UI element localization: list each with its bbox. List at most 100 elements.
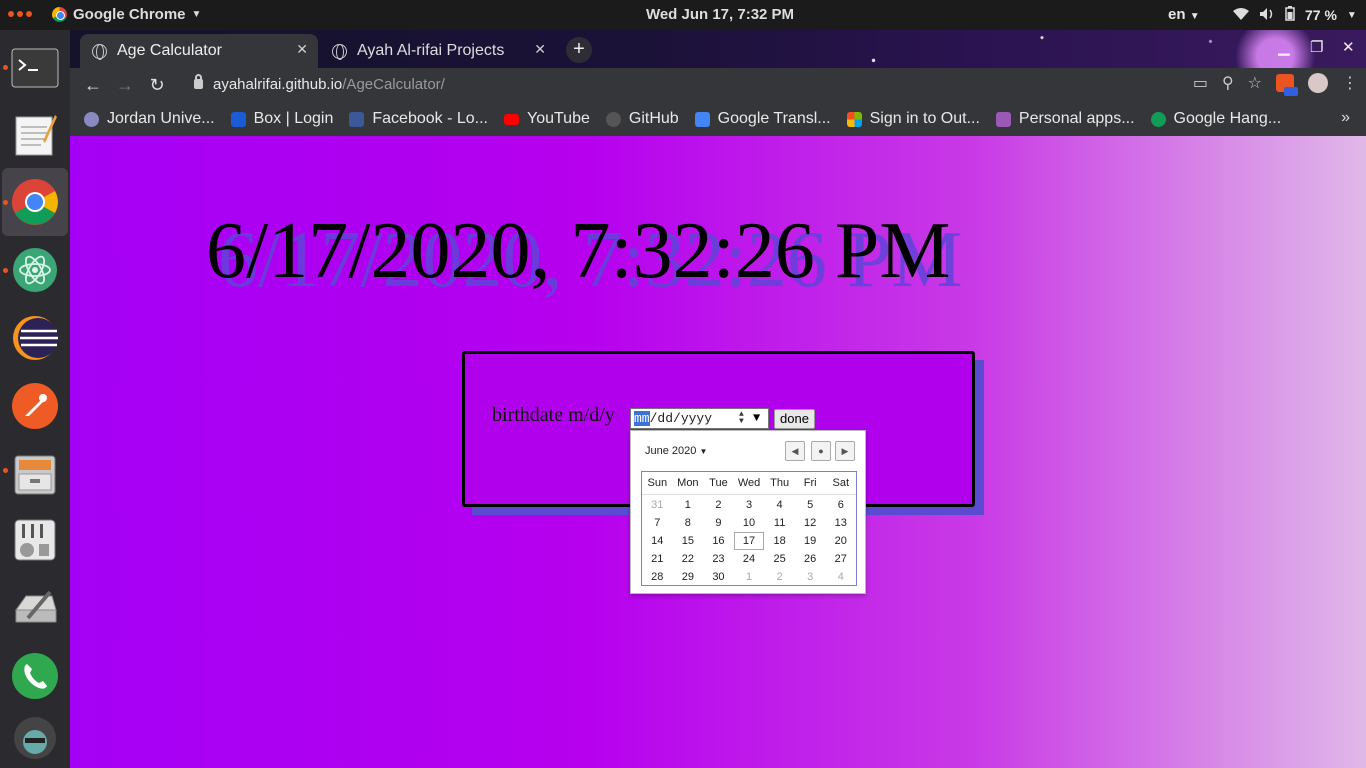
calendar-day[interactable]: 9	[703, 514, 734, 532]
weekday-header: Sun Mon Tue Wed Thu Fri Sat	[642, 472, 856, 495]
chevron-down-icon: ▼	[1346, 9, 1357, 21]
chrome-icon[interactable]	[9, 176, 61, 228]
bookmark-item[interactable]: GitHub	[605, 110, 679, 128]
calendar-day[interactable]: 19	[795, 532, 826, 550]
url-text: ayahalrifai.github.io/AgeCalculator/	[213, 76, 445, 93]
month-segment[interactable]: mm	[634, 411, 650, 426]
extension-icon[interactable]	[1276, 74, 1298, 96]
calendar-day[interactable]: 4	[825, 568, 856, 586]
profile-avatar[interactable]	[1308, 73, 1328, 93]
calendar-day[interactable]: 26	[795, 550, 826, 568]
eclipse-icon[interactable]	[9, 312, 61, 364]
calendar-day[interactable]: 20	[825, 532, 856, 550]
tab-age-calculator[interactable]: Age Calculator ✕	[80, 34, 318, 68]
atom-icon[interactable]	[9, 244, 61, 296]
calendar-day[interactable]: 12	[795, 514, 826, 532]
tab-title: Ayah Al-rifai Projects	[357, 42, 505, 59]
calendar-day[interactable]: 3	[795, 568, 826, 586]
close-icon[interactable]: ✕	[296, 41, 308, 58]
bookmark-item[interactable]: Jordan Unive...	[84, 110, 215, 128]
next-month-button[interactable]: ▶	[835, 441, 855, 461]
forward-arrow-icon[interactable]: →	[114, 74, 136, 96]
calendar-day[interactable]: 28	[642, 568, 673, 586]
postman-icon[interactable]	[9, 380, 61, 432]
calendar-week: 21 22 23 24 25 26 27	[642, 550, 856, 568]
calendar-day[interactable]: 11	[764, 514, 795, 532]
calendar-day[interactable]: 7	[642, 514, 673, 532]
calendar-day[interactable]: 5	[795, 496, 826, 514]
back-arrow-icon[interactable]: ←	[82, 74, 104, 96]
calendar-day[interactable]: 1	[734, 568, 765, 586]
calendar-day[interactable]: 4	[764, 496, 795, 514]
bookmark-star-icon[interactable]: ☆	[1248, 73, 1262, 93]
window-close-icon[interactable]: ✕	[1342, 38, 1355, 56]
bookmark-item[interactable]: YouTube	[504, 110, 590, 128]
calendar-day[interactable]: 27	[825, 550, 856, 568]
system-status-area[interactable]: 77 % ▼	[1233, 6, 1357, 24]
phone-icon[interactable]	[9, 650, 61, 702]
address-bar[interactable]: ayahalrifai.github.io/AgeCalculator/	[180, 70, 1180, 100]
chevron-down-icon: ▼	[699, 447, 708, 456]
calendar-day[interactable]: 1	[673, 496, 704, 514]
close-icon[interactable]: ✕	[534, 41, 546, 58]
battery-percentage: 77 %	[1305, 7, 1337, 23]
calendar-day[interactable]: 8	[673, 514, 704, 532]
bookmark-item[interactable]: Google Transl...	[694, 110, 831, 128]
calendar-day[interactable]: 13	[825, 514, 856, 532]
bookmark-item[interactable]: Box | Login	[230, 110, 333, 128]
calendar-week: 7 8 9 10 11 12 13	[642, 514, 856, 532]
calendar-dropdown-icon[interactable]: ▼	[753, 409, 760, 428]
new-tab-button[interactable]: +	[566, 37, 592, 63]
month-selector[interactable]: June 2020 ▼	[645, 445, 707, 457]
user-avatar-icon[interactable]	[9, 712, 61, 764]
menu-icon[interactable]: ⋮	[1342, 73, 1358, 93]
toolbar-actions: ▭ ⚲ ☆ ⋮	[1193, 73, 1358, 96]
system-clock[interactable]: Wed Jun 17, 7:32 PM	[0, 6, 1366, 23]
wifi-icon	[1233, 7, 1249, 24]
maximize-icon[interactable]: ❐	[1310, 38, 1323, 56]
language-indicator[interactable]: en ▼	[1168, 6, 1200, 23]
calendar-day[interactable]: 14	[642, 532, 673, 550]
disks-tool-icon[interactable]	[9, 582, 61, 634]
calendar-day[interactable]: 2	[764, 568, 795, 586]
calendar-day[interactable]: 18	[764, 532, 795, 550]
archive-manager-icon[interactable]	[9, 448, 61, 500]
calendar-day[interactable]: 3	[734, 496, 765, 514]
calendar-day[interactable]: 22	[673, 550, 704, 568]
date-segments[interactable]: /dd/yyyy	[650, 411, 712, 426]
minimize-icon[interactable]: ▁	[1278, 38, 1290, 56]
battery-icon	[1285, 6, 1295, 24]
birthdate-input[interactable]: mm/dd/yyyy ▲ ▼ ▼	[630, 408, 769, 429]
previous-month-button[interactable]: ◀	[785, 441, 805, 461]
spinner-icon[interactable]: ▲ ▼	[739, 411, 744, 426]
zoom-icon[interactable]: ⚲	[1222, 73, 1234, 93]
calendar-day[interactable]: 6	[825, 496, 856, 514]
done-button[interactable]: done	[774, 409, 815, 429]
reload-icon[interactable]: ↻	[146, 74, 168, 96]
calendar-day[interactable]: 24	[734, 550, 765, 568]
calendar-day[interactable]: 2	[703, 496, 734, 514]
weekday-label: Tue	[709, 477, 728, 489]
bookmark-item[interactable]: Personal apps...	[995, 110, 1135, 128]
calendar-day[interactable]: 31	[642, 496, 673, 514]
calendar-day[interactable]: 23	[703, 550, 734, 568]
bookmark-item[interactable]: Facebook - Lo...	[349, 110, 488, 128]
terminal-icon[interactable]	[9, 42, 61, 94]
calendar-day[interactable]: 21	[642, 550, 673, 568]
calendar-day[interactable]: 16	[703, 532, 734, 550]
calendar-day[interactable]: 30	[703, 568, 734, 586]
cast-icon[interactable]: ▭	[1193, 73, 1208, 93]
calendar-day[interactable]: 17	[733, 532, 765, 550]
bookmark-item[interactable]: Sign in to Out...	[846, 110, 980, 128]
calendar-day[interactable]: 29	[673, 568, 704, 586]
tab-ayah-projects[interactable]: Ayah Al-rifai Projects ✕	[320, 34, 556, 68]
calendar-day[interactable]: 15	[673, 532, 704, 550]
text-editor-icon[interactable]	[9, 108, 61, 160]
bookmarks-bar: Jordan Unive... Box | Login Facebook - L…	[70, 102, 1366, 136]
sound-mixer-icon[interactable]	[9, 514, 61, 566]
today-button[interactable]: ●	[811, 441, 831, 461]
more-bookmarks-icon[interactable]: »	[1341, 109, 1350, 127]
bookmark-item[interactable]: Google Hang...	[1150, 110, 1281, 128]
calendar-day[interactable]: 10	[734, 514, 765, 532]
calendar-day[interactable]: 25	[764, 550, 795, 568]
